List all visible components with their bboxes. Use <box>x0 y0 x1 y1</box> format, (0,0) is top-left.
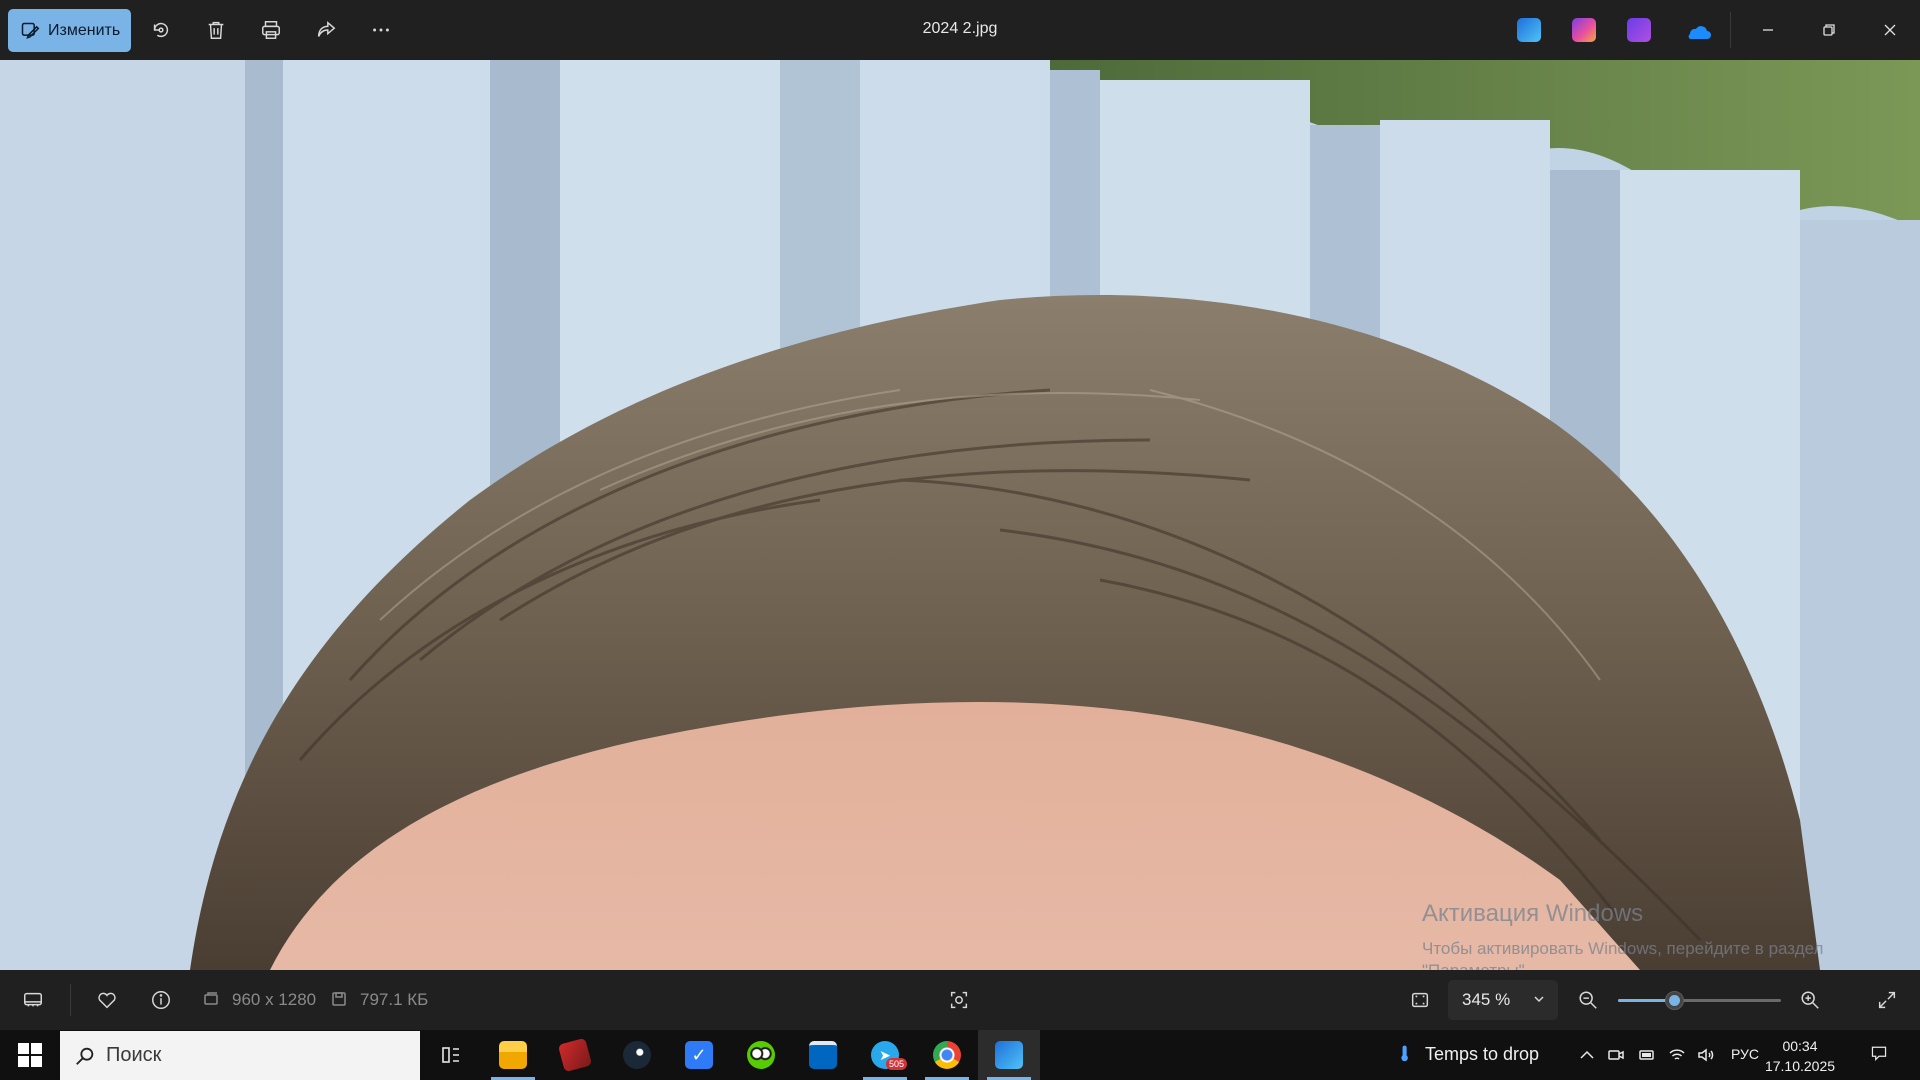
print-icon[interactable] <box>256 15 286 45</box>
rotate-icon[interactable] <box>146 15 176 45</box>
onedrive-icon[interactable] <box>1683 18 1711 42</box>
search-placeholder: Поиск <box>106 1044 162 1066</box>
zoom-select[interactable]: 345 % <box>1448 980 1558 1020</box>
store-icon[interactable] <box>792 1030 854 1080</box>
telegram-icon[interactable]: ➤ 505 <box>854 1030 916 1080</box>
winrar-icon[interactable] <box>544 1030 606 1080</box>
steam-icon[interactable] <box>606 1030 668 1080</box>
start-button[interactable] <box>10 1040 50 1070</box>
taskbar-search[interactable]: Поиск <box>60 1031 420 1080</box>
delete-icon[interactable] <box>201 15 231 45</box>
search-icon <box>76 1047 94 1065</box>
info-bar: 960 x 1280 797.1 КБ 345 % <box>0 970 1920 1030</box>
windows-logo-icon <box>18 1043 29 1054</box>
todo-icon[interactable]: ✓ <box>668 1030 730 1080</box>
meet-now-icon[interactable] <box>1607 1046 1625 1064</box>
windows-taskbar: Поиск ✓ ➤ 505 Temps to drop РУС 00:34 17… <box>0 1030 1920 1080</box>
zoom-slider-thumb[interactable] <box>1665 991 1684 1010</box>
filmstrip-icon[interactable] <box>18 985 48 1015</box>
minimize-button[interactable] <box>1738 0 1798 60</box>
favorite-icon[interactable] <box>92 985 122 1015</box>
photos-app-icon[interactable] <box>1517 18 1541 42</box>
toolbar-divider <box>1730 12 1731 48</box>
file-size: 797.1 КБ <box>360 990 429 1009</box>
info-icon[interactable] <box>146 985 176 1015</box>
clock-time: 00:34 <box>1782 1038 1818 1054</box>
telegram-badge: 505 <box>886 1058 908 1070</box>
file-explorer-icon[interactable] <box>482 1030 544 1080</box>
clock-date: 17.10.2025 <box>1764 1058 1836 1074</box>
copilot-icon[interactable] <box>1572 18 1596 42</box>
more-icon[interactable] <box>366 15 396 45</box>
zoom-out-icon[interactable] <box>1573 985 1603 1015</box>
photo-canvas[interactable]: Активация Windows Чтобы активировать Win… <box>0 60 1920 970</box>
clipchamp-icon[interactable] <box>1627 18 1651 42</box>
chevron-down-icon <box>1534 996 1544 1003</box>
task-view-icon[interactable] <box>420 1030 482 1080</box>
file-size-icon <box>331 991 347 1007</box>
app-toolbar: Изменить 2024 2.jpg <box>0 0 1920 60</box>
dimensions-icon <box>203 991 219 1007</box>
edit-button[interactable]: Изменить <box>8 9 131 52</box>
clock[interactable]: 00:34 17.10.2025 <box>1755 1036 1845 1076</box>
edit-icon <box>21 22 40 39</box>
edit-button-label: Изменить <box>48 21 121 39</box>
weather-text[interactable]: Temps to drop <box>1425 1044 1539 1065</box>
share-icon[interactable] <box>311 15 341 45</box>
thermometer-icon[interactable] <box>1396 1044 1418 1066</box>
info-divider <box>70 984 71 1016</box>
zoom-in-icon[interactable] <box>1795 985 1825 1015</box>
volume-icon[interactable] <box>1697 1046 1715 1064</box>
zoom-value: 345 % <box>1462 990 1511 1009</box>
close-button[interactable] <box>1860 0 1920 60</box>
watermark-title: Активация Windows <box>1422 900 1644 927</box>
fullscreen-icon[interactable] <box>1872 985 1902 1015</box>
battery-icon[interactable] <box>1638 1046 1656 1064</box>
activation-watermark: Активация Windows Чтобы активировать Win… <box>1422 900 1823 970</box>
zoom-slider[interactable] <box>1618 991 1781 1010</box>
visual-search-icon[interactable] <box>944 985 974 1015</box>
fit-to-window-icon[interactable] <box>1405 985 1435 1015</box>
wifi-icon[interactable] <box>1668 1046 1686 1064</box>
duolingo-icon[interactable] <box>730 1030 792 1080</box>
image-dimensions: 960 x 1280 <box>232 990 317 1009</box>
restore-button[interactable] <box>1799 0 1859 60</box>
chevron-up-icon[interactable] <box>1578 1046 1596 1064</box>
photos-taskbar-icon[interactable] <box>978 1030 1040 1080</box>
notifications-icon[interactable] <box>1870 1044 1892 1066</box>
photo-image <box>0 60 1920 970</box>
chrome-icon[interactable] <box>916 1030 978 1080</box>
